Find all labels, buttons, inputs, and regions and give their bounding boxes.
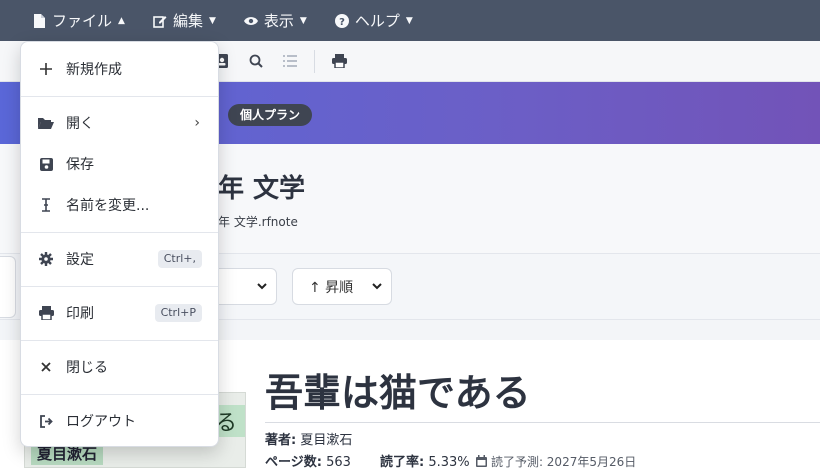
menu-file[interactable]: ファイル ▲ xyxy=(32,0,125,41)
plan-badge: 個人プラン xyxy=(228,104,313,126)
calendar-icon xyxy=(475,455,487,468)
book-title: 吾輩は猫である xyxy=(265,371,531,415)
progress-label: 読了率: xyxy=(380,455,425,468)
file-icon xyxy=(32,13,46,28)
file-menu-dropdown: 新規作成 開く › 保存 名前を変更... 設定 Ctrl+, 印刷 Ctrl+… xyxy=(20,41,219,447)
note-title: 年 文学 xyxy=(218,174,306,204)
menu-divider xyxy=(21,394,218,395)
menu-view[interactable]: 表示 ▼ xyxy=(243,0,307,41)
menu-item-open-label: 開く xyxy=(66,116,94,132)
menu-edit-label: 編集 xyxy=(172,12,203,30)
menu-help[interactable]: ? ヘルプ ▼ xyxy=(334,0,413,41)
menu-bar: ファイル ▲ 編集 ▼ 表示 ▼ ? ヘルプ ▼ xyxy=(0,0,820,41)
menu-item-open[interactable]: 開く › xyxy=(21,105,218,141)
progress-value: 5.33% xyxy=(428,455,470,468)
print-shortcut: Ctrl+P xyxy=(154,304,202,322)
folder-open-icon xyxy=(38,115,54,131)
menu-divider xyxy=(21,286,218,287)
close-icon xyxy=(38,359,54,375)
list-icon[interactable] xyxy=(282,53,298,69)
caret-up-icon: ▲ xyxy=(118,15,125,26)
chevron-down-icon xyxy=(256,280,268,296)
toolbar-divider xyxy=(314,50,315,73)
print-icon[interactable] xyxy=(331,53,347,69)
menu-edit[interactable]: 編集 ▼ xyxy=(153,0,216,41)
menu-item-rename[interactable]: 名前を変更... xyxy=(21,187,218,223)
menu-item-close-label: 閉じる xyxy=(66,360,108,376)
menu-help-label: ヘルプ xyxy=(354,12,400,30)
caret-down-icon: ▼ xyxy=(405,15,413,26)
edit-icon xyxy=(153,14,167,28)
book-author: 著者: 夏目漱石 xyxy=(265,429,352,448)
settings-shortcut: Ctrl+, xyxy=(157,250,202,268)
text-cursor-icon xyxy=(38,197,54,213)
chevron-right-icon: › xyxy=(194,115,200,131)
logout-icon xyxy=(38,413,54,429)
save-icon xyxy=(38,156,54,172)
estimate-value: 読了予測: 2027年5月26日 xyxy=(490,455,637,468)
search-icon[interactable] xyxy=(248,53,264,69)
menu-item-close[interactable]: 閉じる xyxy=(21,349,218,385)
help-icon: ? xyxy=(334,13,349,28)
menu-item-new[interactable]: 新規作成 xyxy=(21,51,218,87)
book-progress: 読了率: 5.33% 読了予測: 2027年5月26日 xyxy=(380,451,636,468)
menu-divider xyxy=(21,232,218,233)
sort-field-select[interactable] xyxy=(0,256,16,318)
book-pages: ページ数: 563 xyxy=(265,451,351,468)
menu-item-save[interactable]: 保存 xyxy=(21,146,218,182)
menu-item-save-label: 保存 xyxy=(66,157,94,173)
pages-value: 563 xyxy=(326,455,351,468)
menu-view-label: 表示 xyxy=(263,12,294,30)
author-label: 著者: xyxy=(265,433,297,448)
eye-icon xyxy=(243,14,258,28)
menu-file-label: ファイル xyxy=(52,12,113,30)
menu-item-logout-label: ログアウト xyxy=(66,414,136,430)
caret-down-icon: ▼ xyxy=(208,15,216,26)
sort-order-label: ↑ 昇順 xyxy=(309,279,354,296)
note-filename: 年 文学.rfnote xyxy=(218,215,298,229)
print-icon xyxy=(38,305,54,321)
menu-item-settings[interactable]: 設定 Ctrl+, xyxy=(21,241,218,277)
menu-divider xyxy=(21,340,218,341)
menu-item-rename-label: 名前を変更... xyxy=(66,198,150,214)
svg-text:?: ? xyxy=(339,17,345,28)
plus-icon xyxy=(38,61,54,77)
menu-item-new-label: 新規作成 xyxy=(66,62,122,78)
gear-icon xyxy=(38,251,54,267)
menu-item-print-label: 印刷 xyxy=(66,306,94,322)
menu-item-settings-label: 設定 xyxy=(66,252,94,268)
menu-divider xyxy=(21,96,218,97)
author-value: 夏目漱石 xyxy=(300,433,353,448)
caret-down-icon: ▼ xyxy=(299,15,307,26)
title-divider xyxy=(265,422,820,423)
menu-item-logout[interactable]: ログアウト xyxy=(21,403,218,439)
pages-label: ページ数: xyxy=(265,455,322,468)
sort-order-select[interactable]: ↑ 昇順 xyxy=(292,268,392,305)
menu-item-print[interactable]: 印刷 Ctrl+P xyxy=(21,295,218,331)
chevron-down-icon xyxy=(371,280,383,296)
